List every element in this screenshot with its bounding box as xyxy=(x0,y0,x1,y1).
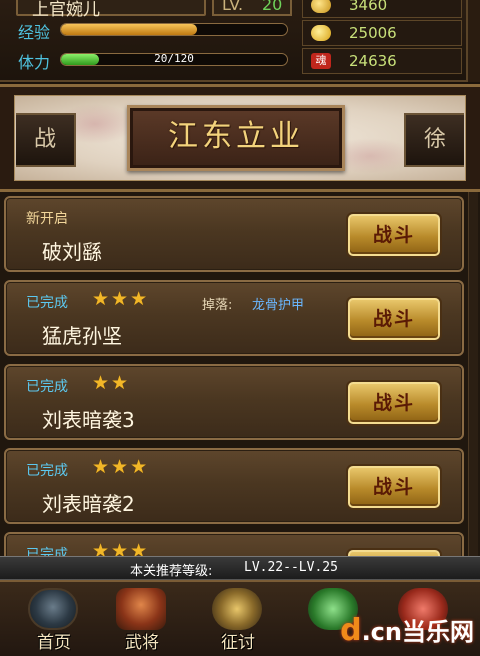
star-icon: ★ xyxy=(130,288,148,310)
stage-card: 已完成 ★ ★ ★ 掉落: 龙骨护甲 猛虎孙坚 战斗 xyxy=(4,280,464,356)
coin-icon xyxy=(311,25,331,41)
general-icon xyxy=(116,588,166,630)
chapter-title: 江东立业 xyxy=(168,119,304,154)
nav-home-button[interactable]: 首页 xyxy=(12,586,96,654)
stamina-row: 体力 20/120 xyxy=(14,48,294,72)
nav-general-label: 武将 xyxy=(125,633,159,653)
status-header: 上官婉儿 LV. 20 经验 体力 20/120 3460 25006 魂 24… xyxy=(0,0,480,82)
drop-label: 掉落: xyxy=(202,298,233,313)
gold-value: 3460 xyxy=(349,0,388,14)
exp-row: 经验 xyxy=(14,18,294,42)
stage-card: 已完成 ★ ★ 刘表暗袭3 战斗 xyxy=(4,364,464,440)
star-icon: ★ xyxy=(92,540,110,556)
soul-currency[interactable]: 魂 24636 xyxy=(302,48,462,74)
exp-bar xyxy=(60,23,288,36)
stage-name: 刘表暗袭3 xyxy=(42,408,135,432)
gold-currency[interactable]: 3460 xyxy=(302,0,462,18)
nav-campaign-button[interactable]: 征讨 xyxy=(196,586,280,654)
drop-item-link[interactable]: 龙骨护甲 xyxy=(252,294,304,313)
exp-label: 经验 xyxy=(18,23,51,42)
chapter-banner: 战 江东立业 徐 xyxy=(0,84,480,192)
stage-status: 已完成 xyxy=(26,295,68,311)
star-icon: ★ xyxy=(111,540,129,556)
nav-home-label: 首页 xyxy=(37,633,71,653)
recommended-level-label: 本关推荐等级: xyxy=(130,564,213,579)
watermark-text: .cn当乐网 xyxy=(361,618,474,646)
stage-list[interactable]: 新开启 破刘繇 战斗 已完成 ★ ★ ★ 掉落: 龙骨护甲 猛虎孙坚 战斗 已完成 … xyxy=(0,192,480,556)
fight-button[interactable]: 战斗 xyxy=(348,466,440,508)
stage-stars: ★ ★ ★ xyxy=(92,456,149,478)
stage-status: 已完成 xyxy=(26,463,68,479)
star-icon: ★ xyxy=(111,456,129,478)
star-icon: ★ xyxy=(92,456,110,478)
fight-button[interactable]: 战斗 xyxy=(348,298,440,340)
watermark-prefix: d xyxy=(340,613,362,648)
soul-icon: 魂 xyxy=(311,53,331,69)
next-chapter-tab[interactable]: 徐 xyxy=(404,113,464,167)
nav-campaign-label: 征讨 xyxy=(221,633,255,653)
stage-status: 新开启 xyxy=(26,211,68,227)
star-icon: ★ xyxy=(111,288,129,310)
stage-card: 已完成 ★★★ 战斗 xyxy=(4,532,464,556)
player-name: 上官婉儿 xyxy=(32,0,100,20)
level-value: 20 xyxy=(262,0,283,14)
prev-chapter-tab[interactable]: 战 xyxy=(16,113,76,167)
star-icon: ★ xyxy=(130,456,148,478)
level-label: LV. xyxy=(222,0,244,14)
star-icon: ★ xyxy=(92,372,110,394)
stage-card: 新开启 破刘繇 战斗 xyxy=(4,196,464,272)
star-icon: ★ xyxy=(111,372,129,394)
stage-stars: ★ ★ xyxy=(92,372,130,394)
stage-status: 已完成 xyxy=(26,547,68,556)
stamina-label: 体力 xyxy=(18,53,51,72)
stage-name: 猛虎孙坚 xyxy=(42,324,122,348)
stage-name: 刘表暗袭2 xyxy=(42,492,135,516)
frame-edge xyxy=(466,0,480,82)
recommended-level-range: LV.22--LV.25 xyxy=(244,560,338,575)
soul-value: 24636 xyxy=(349,52,397,70)
level-box: LV. 20 xyxy=(212,0,292,16)
stage-stars: ★ ★ ★ xyxy=(92,288,149,310)
stamina-text: 20/120 xyxy=(154,53,194,65)
list-scrollbar[interactable] xyxy=(468,192,478,556)
fight-button[interactable]: 战斗 xyxy=(348,382,440,424)
nav-general-button[interactable]: 武将 xyxy=(100,586,184,654)
stage-card: 已完成 ★ ★ ★ 刘表暗袭2 战斗 xyxy=(4,448,464,524)
star-icon: ★ xyxy=(130,540,148,556)
stamina-bar: 20/120 xyxy=(60,53,288,66)
fight-button[interactable]: 战斗 xyxy=(348,214,440,256)
site-watermark: d.cn当乐网 xyxy=(340,612,474,648)
star-icon: ★ xyxy=(92,288,110,310)
campaign-icon xyxy=(212,588,262,630)
chapter-title-plate: 江东立业 xyxy=(127,105,345,171)
coin-currency[interactable]: 25006 xyxy=(302,20,462,46)
home-icon xyxy=(28,588,78,630)
player-name-box: 上官婉儿 xyxy=(16,0,206,20)
exp-bar-fill xyxy=(61,24,197,35)
stage-stars: ★ ★ ★ xyxy=(92,540,149,556)
stage-name: 破刘繇 xyxy=(42,240,102,264)
stage-status: 已完成 xyxy=(26,379,68,395)
coin-value: 25006 xyxy=(349,24,397,42)
recommended-level-bar: 本关推荐等级: LV.22--LV.25 xyxy=(0,556,480,580)
gold-ingot-icon xyxy=(311,0,331,13)
